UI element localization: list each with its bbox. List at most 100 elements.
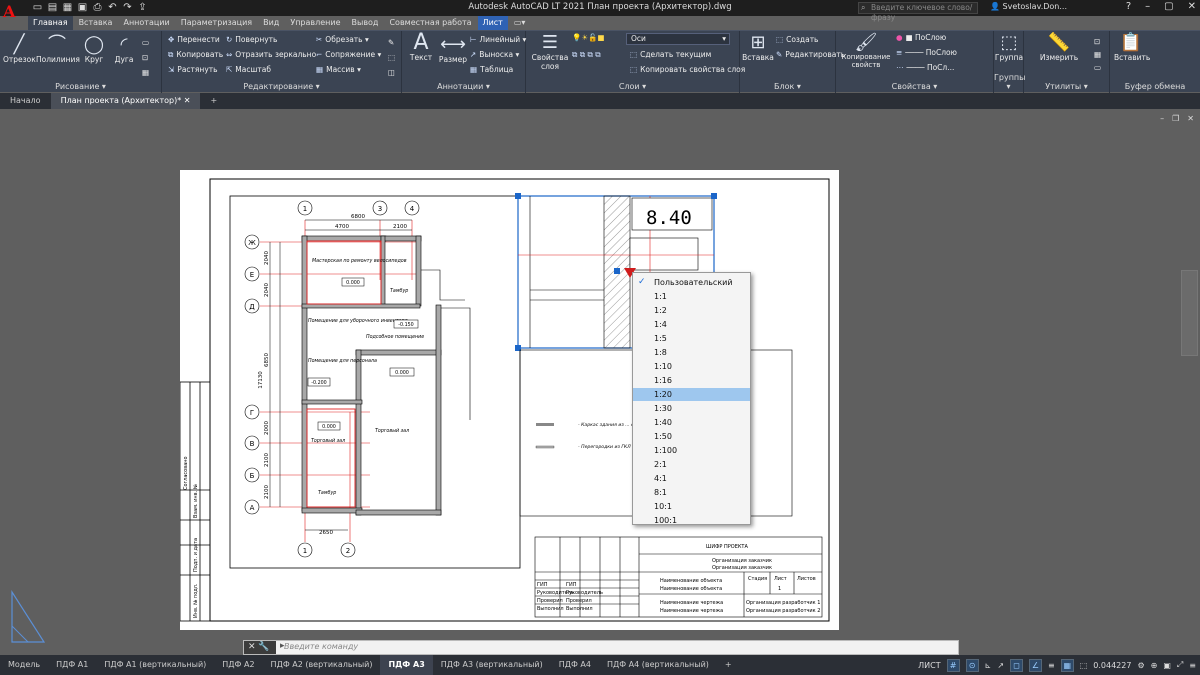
array-button[interactable]: ▦ Массив ▾ — [316, 65, 361, 74]
draw-extra-icons[interactable]: ▭ ⊡ ▦ — [142, 35, 149, 80]
group-button[interactable]: ⬚ Группа — [994, 33, 1024, 63]
linear-button[interactable]: ⊢ Линейный ▾ — [470, 35, 526, 44]
copy-button[interactable]: ⧉ Копировать — [168, 50, 223, 60]
scale-option[interactable]: 1:40 — [633, 416, 750, 429]
annotation-scale-icon[interactable]: ▦ — [1060, 658, 1074, 672]
layout-tab-model[interactable]: Модель — [0, 655, 48, 675]
scale-option[interactable]: 1:30 — [633, 402, 750, 415]
scale-option[interactable]: 4:1 — [633, 472, 750, 485]
panel-title-modify[interactable]: Редактирование ▾ — [162, 82, 401, 91]
layer-properties-button[interactable]: ☰ Свойства слоя — [530, 33, 570, 72]
layout-tab[interactable]: ПДФ А4 (вертикальный) — [599, 655, 717, 675]
scale-option[interactable]: 1:8 — [633, 346, 750, 359]
layout-tab-active[interactable]: ПДФ А3 — [380, 655, 433, 675]
tab-drawing[interactable]: План проекта (Архитектор)* ✕ — [50, 93, 201, 109]
scale-option[interactable]: 10:1 — [633, 500, 750, 513]
panel-title-utilities[interactable]: Утилиты ▾ — [1024, 82, 1109, 91]
panel-title-properties[interactable]: Свойства ▾ — [836, 82, 993, 91]
osnap-icon[interactable]: ◻ — [1010, 658, 1024, 672]
command-line[interactable]: ✕ 🔧 ▸ Введите команду — [243, 640, 959, 655]
minimize-icon[interactable]: – — [1145, 1, 1150, 12]
tab-output[interactable]: Вывод — [347, 16, 384, 30]
snap-icon[interactable]: ⊙ — [965, 658, 979, 672]
mirror-button[interactable]: ⇔ Отразить зеркально — [226, 50, 316, 59]
scale-option-custom[interactable]: ✓ Пользовательский — [633, 276, 750, 289]
tab-extra-icon[interactable]: ▭▾ — [509, 16, 531, 30]
text-button[interactable]: A Текст — [406, 32, 436, 63]
navigation-bar[interactable] — [1181, 270, 1198, 356]
scale-option[interactable]: 1:16 — [633, 374, 750, 387]
paste-button[interactable]: 📋 Вставить — [1114, 33, 1150, 63]
tab-collaborate[interactable]: Совместная работа — [384, 16, 476, 30]
fullscreen-icon[interactable]: ⤢ — [1177, 660, 1183, 670]
layout-tab[interactable]: ПДФ А1 — [48, 655, 96, 675]
hardware-accel-icon[interactable]: ▣ — [1163, 661, 1171, 670]
utilities-extra-icons[interactable]: ⊡ ▦ ▭ — [1094, 35, 1101, 74]
tab-layout[interactable]: Лист — [477, 16, 508, 30]
arc-button[interactable]: ◜ Дуга — [110, 35, 138, 65]
insert-block-button[interactable]: ⊞ Вставка — [742, 33, 774, 63]
layer-tools-icons[interactable]: ⧉ ⧉ ⧉ ⧉ — [572, 50, 601, 60]
match-layer-button[interactable]: ⬚ Копировать свойства слоя — [630, 65, 745, 74]
isolate-icon[interactable]: ⊕ — [1151, 661, 1158, 670]
layout-tab[interactable]: ПДФ А4 — [551, 655, 599, 675]
layer-state-icons[interactable]: 💡☀🔓■ — [572, 33, 605, 42]
close-icon[interactable]: ✕ — [1188, 1, 1196, 12]
create-block-button[interactable]: ⬚ Создать — [776, 35, 818, 44]
tab-view[interactable]: Вид — [258, 16, 284, 30]
scale-option[interactable]: 2:1 — [633, 458, 750, 471]
grid-icon[interactable]: # — [946, 658, 960, 672]
minimize-icon[interactable]: – — [1160, 114, 1164, 123]
maximize-icon[interactable]: ▢ — [1164, 1, 1173, 12]
wrench-icon[interactable]: 🔧 — [258, 642, 269, 652]
rotate-button[interactable]: ↻ Повернуть — [226, 35, 277, 44]
tab-start[interactable]: Начало — [0, 93, 51, 109]
measure-button[interactable]: 📏 Измерить — [1038, 33, 1080, 63]
dimension-button[interactable]: ⟷ Размер — [438, 35, 468, 65]
scale-option[interactable]: 1:1 — [633, 290, 750, 303]
paper-space-toggle[interactable]: ЛИСТ — [918, 661, 940, 670]
selection-cycling-icon[interactable]: ⬚ — [1080, 661, 1088, 670]
command-input[interactable]: Введите команду — [284, 642, 358, 651]
panel-title-layers[interactable]: Слои ▾ — [526, 82, 739, 91]
layout-tab[interactable]: ПДФ А1 (вертикальный) — [96, 655, 214, 675]
color-dropdown[interactable]: ● ■ ПоСлою — [896, 33, 946, 42]
customize-menu-icon[interactable]: ≡ — [1189, 661, 1196, 670]
lineweight-icon[interactable]: ≡ — [1048, 661, 1055, 670]
user-account[interactable]: 👤 Svetoslav.Don... — [990, 2, 1067, 11]
close-icon[interactable]: ✕ — [184, 96, 191, 105]
modify-extra-icons[interactable]: ✎ ⬚ ◫ — [388, 35, 395, 80]
scale-option[interactable]: 1:2 — [633, 304, 750, 317]
panel-title-draw[interactable]: Рисование ▾ — [0, 82, 161, 91]
tab-home[interactable]: Главная — [28, 16, 73, 30]
stretch-button[interactable]: ⇲ Растянуть — [168, 65, 218, 74]
layout-tab[interactable]: ПДФ А2 (вертикальный) — [263, 655, 381, 675]
lineweight-dropdown[interactable]: ≡ ──── ПоСлою — [896, 48, 957, 57]
scale-option[interactable]: 1:4 — [633, 318, 750, 331]
new-tab-button[interactable]: + — [200, 93, 227, 109]
layer-dropdown[interactable]: Оси ▾ — [626, 33, 730, 45]
scale-option[interactable]: 1:50 — [633, 430, 750, 443]
polyline-button[interactable]: ⌒ Полилиния — [36, 35, 80, 65]
layout-tab[interactable]: ПДФ А2 — [214, 655, 262, 675]
panel-title-annotation[interactable]: Аннотации ▾ — [402, 82, 525, 91]
layout-tab[interactable]: ПДФ А3 (вертикальный) — [433, 655, 551, 675]
app-logo[interactable]: A — [3, 2, 25, 32]
scale-option-highlighted[interactable]: 1:20 — [633, 388, 750, 401]
ortho-icon[interactable]: ⊾ — [985, 661, 992, 670]
tab-insert[interactable]: Вставка — [74, 16, 118, 30]
scale-option[interactable]: 8:1 — [633, 486, 750, 499]
polar-icon[interactable]: ↗ — [997, 661, 1004, 670]
scale-button[interactable]: ⇱ Масштаб — [226, 65, 271, 74]
scale-option[interactable]: 100:1 — [633, 514, 750, 525]
scale-option[interactable]: 1:100 — [633, 444, 750, 457]
table-button[interactable]: ▦ Таблица — [470, 65, 513, 74]
scale-option[interactable]: 1:5 — [633, 332, 750, 345]
restore-icon[interactable]: ❐ — [1172, 114, 1179, 123]
circle-button[interactable]: ◯ Круг — [80, 35, 108, 65]
add-layout-button[interactable]: + — [717, 655, 740, 675]
make-current-button[interactable]: ⬚ Сделать текущим — [630, 50, 711, 59]
workspace-gear-icon[interactable]: ⚙ — [1137, 661, 1144, 670]
otrack-icon[interactable]: ∠ — [1029, 658, 1043, 672]
move-button[interactable]: ✥ Перенести — [168, 35, 220, 44]
